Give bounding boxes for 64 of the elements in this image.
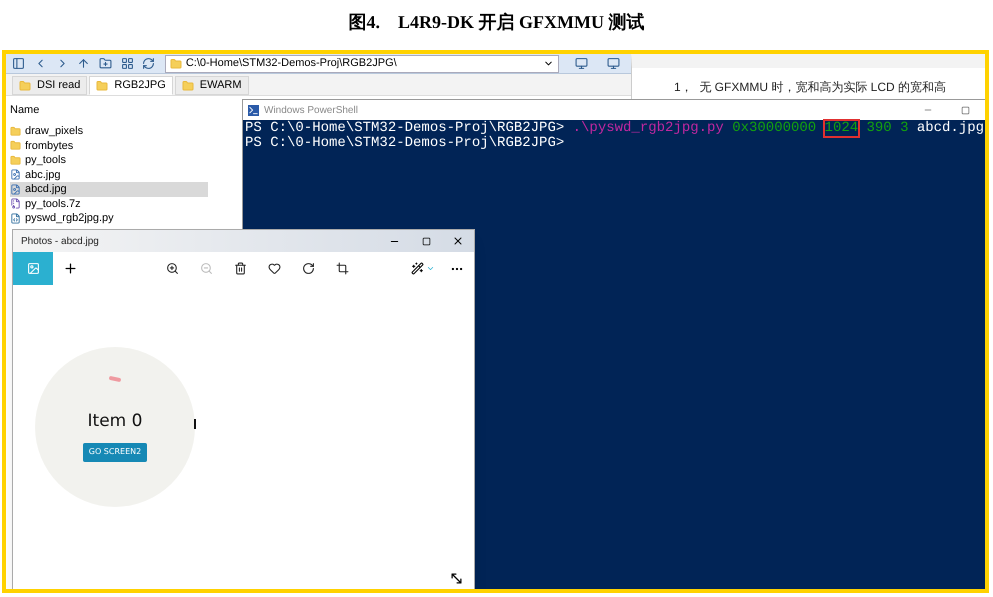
console-text: PS C:\0-Home\STM32-Demos-Proj\RGB2JPG>	[245, 121, 564, 136]
grid-icon	[120, 57, 134, 70]
document-text: 1， 无 GFXMMU 时，宽和高为实际 LCD 的宽和高	[674, 79, 946, 96]
folder-icon	[182, 80, 194, 92]
plus-icon	[62, 261, 78, 276]
maximize-icon	[422, 236, 430, 246]
image-file-icon	[10, 169, 21, 180]
folder-tab[interactable]: DSI read	[12, 76, 88, 95]
maximize-icon	[960, 106, 970, 114]
fullscreen-button[interactable]	[449, 571, 464, 586]
folder-tab[interactable]: RGB2JPG	[89, 76, 173, 95]
view-image-button[interactable]	[13, 252, 53, 285]
crop-icon	[336, 262, 348, 275]
window-title: Photos - abcd.jpg	[21, 234, 99, 248]
up-arrow-icon	[77, 57, 90, 70]
file-item[interactable]: frombytes	[10, 138, 208, 153]
archive-icon	[10, 198, 21, 210]
folder-tab[interactable]: EWARM	[174, 76, 249, 95]
image-file-icon	[10, 184, 21, 195]
console-text: PS C:\0-Home\STM32-Demos-Proj\RGB2JPG>	[245, 136, 564, 151]
figure-caption: 图4. L4R9-DK 开启 GFXMMU 测试	[348, 11, 644, 34]
cursor-mark	[194, 419, 196, 429]
window-title: Windows PowerShell	[264, 104, 358, 118]
folder-icon	[10, 126, 21, 137]
column-header[interactable]: Name	[10, 100, 242, 120]
folder-icon	[170, 58, 182, 70]
zoom-out-icon	[200, 262, 212, 275]
code-file-icon	[10, 212, 21, 224]
file-item[interactable]: draw_pixels	[10, 124, 208, 138]
folder-icon	[10, 140, 21, 152]
diagonal-arrow-icon	[449, 571, 464, 586]
file-item[interactable]: pyswd_rgb2jpg.py	[10, 211, 208, 226]
go-screen-button[interactable]: GO SCREEN2	[82, 442, 148, 462]
console-text: abcd.jpg	[916, 121, 984, 136]
console-text: 390	[866, 121, 892, 136]
caret-icon	[426, 264, 435, 273]
rotate-icon	[302, 262, 314, 275]
console-text: 3	[900, 121, 908, 136]
monitor-icon	[575, 57, 588, 70]
folder-icon	[19, 80, 31, 92]
close-icon	[452, 235, 464, 247]
address-text: C:\0-Home\STM32-Demos-Proj\RGB2JPG\	[186, 56, 398, 72]
trash-icon	[234, 262, 246, 275]
file-item[interactable]: abc.jpg	[10, 168, 208, 182]
monitor-icon	[606, 57, 620, 70]
picture-icon	[26, 262, 40, 275]
heart-icon	[268, 262, 280, 275]
panel-icon	[12, 57, 26, 70]
folder-icon	[10, 154, 21, 166]
item-label: Item 0	[88, 410, 142, 433]
wand-icon	[411, 262, 424, 275]
console-text: 0x30000000	[732, 121, 816, 136]
file-item[interactable]: abcd.jpg	[10, 182, 208, 196]
file-item[interactable]: py_tools.7z	[10, 196, 208, 211]
console-text: 1024	[824, 121, 858, 136]
powershell-icon	[248, 104, 259, 116]
address-field[interactable]: C:\0-Home\STM32-Demos-Proj\RGB2JPG\	[164, 54, 559, 72]
folder-icon	[96, 80, 108, 92]
folder-plus-icon	[99, 57, 112, 70]
file-item[interactable]: py_tools	[10, 153, 208, 168]
zoom-in-icon	[166, 262, 178, 275]
refresh-icon	[142, 57, 156, 70]
spinner-mark	[108, 376, 122, 382]
console-text: .\pyswd_rgb2jpg.py	[572, 121, 724, 136]
